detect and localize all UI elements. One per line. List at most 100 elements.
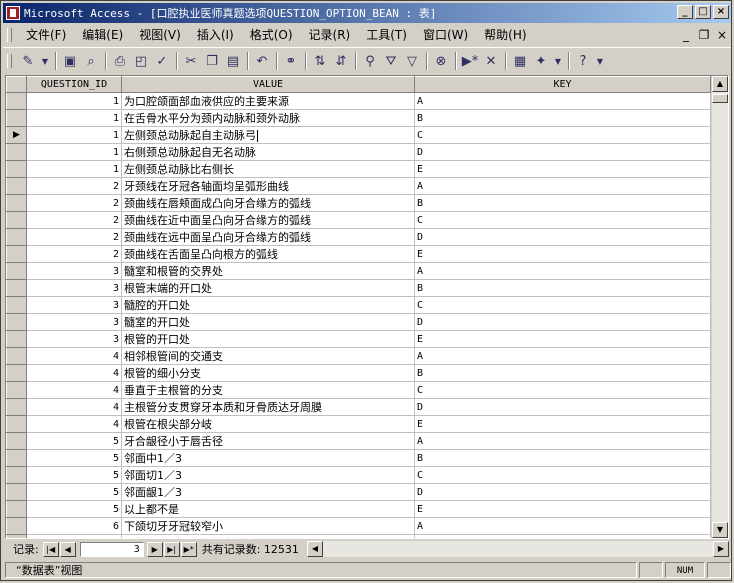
cell-key[interactable]: D <box>414 483 711 501</box>
cell-key[interactable]: C <box>414 466 711 484</box>
cell-value[interactable]: 根管在根尖部分岐 <box>121 415 415 433</box>
print-icon[interactable]: ⎙ <box>110 51 130 71</box>
sort-ascending-icon[interactable]: ⇅ <box>310 51 330 71</box>
menu-view[interactable]: 视图(V) <box>131 26 189 44</box>
record-selector[interactable] <box>6 279 27 297</box>
cell-key[interactable]: B <box>414 109 711 127</box>
save-icon[interactable]: ▣ <box>60 51 80 71</box>
new-object-dropdown-icon[interactable]: ▼ <box>552 51 564 71</box>
cell-key[interactable]: D <box>414 228 711 246</box>
cell-question-id[interactable]: 3 <box>26 330 122 348</box>
cell-question-id[interactable]: 6 <box>26 517 122 535</box>
cell-value[interactable]: 下颌切牙牙冠较窄小 <box>121 517 415 535</box>
vertical-scrollbar[interactable]: ▲ ▼ <box>711 76 728 538</box>
record-selector[interactable] <box>6 296 27 314</box>
cell-value[interactable]: 髓腔的开口处 <box>121 296 415 314</box>
scroll-up-button[interactable]: ▲ <box>712 76 728 92</box>
record-selector[interactable] <box>6 432 27 450</box>
cell-key[interactable]: B <box>414 279 711 297</box>
database-window-icon[interactable]: ▦ <box>510 51 530 71</box>
table-row[interactable]: 4 相邻根管间的交通支 A <box>6 347 711 365</box>
scroll-left-button[interactable]: ◀ <box>306 541 323 557</box>
record-selector[interactable] <box>6 228 27 246</box>
copy-icon[interactable]: ❐ <box>202 51 222 71</box>
cell-value[interactable]: 垂直于主根管的分支 <box>121 381 415 399</box>
cell-value[interactable]: 根管的开口处 <box>121 330 415 348</box>
column-header-key[interactable]: KEY <box>414 76 711 93</box>
cell-question-id[interactable]: 3 <box>26 313 122 331</box>
menu-file[interactable]: 文件(F) <box>18 26 74 44</box>
hyperlink-icon[interactable]: ⚭ <box>281 51 301 71</box>
record-selector[interactable] <box>6 381 27 399</box>
record-selector[interactable] <box>6 330 27 348</box>
minimize-button[interactable]: _ <box>677 5 693 19</box>
cell-key[interactable]: B <box>414 194 711 212</box>
child-restore-button[interactable]: ❐ <box>695 28 713 42</box>
cell-value[interactable]: 左侧颈总动脉起自主动脉弓 <box>121 126 415 144</box>
cell-question-id[interactable]: 5 <box>26 466 122 484</box>
cell-key[interactable]: A <box>414 92 711 110</box>
cell-key[interactable]: A <box>414 347 711 365</box>
cut-icon[interactable]: ✂ <box>181 51 201 71</box>
new-object-icon[interactable]: ✦ <box>531 51 551 71</box>
view-dropdown-icon[interactable]: ▼ <box>39 51 51 71</box>
cell-question-id[interactable]: 2 <box>26 194 122 212</box>
cell-question-id[interactable]: 5 <box>26 500 122 518</box>
cell-question-id[interactable]: 2 <box>26 228 122 246</box>
table-row[interactable]: 2 颈曲线在舌面呈凸向根方的弧线 E <box>6 245 711 263</box>
record-selector[interactable] <box>6 398 27 416</box>
table-row[interactable]: 3 髓室的开口处 D <box>6 313 711 331</box>
cell-key[interactable]: A <box>414 177 711 195</box>
cell-key[interactable]: E <box>414 330 711 348</box>
paste-icon[interactable]: ▤ <box>223 51 243 71</box>
scroll-down-button[interactable]: ▼ <box>712 522 728 538</box>
cell-question-id[interactable]: 1 <box>26 126 122 144</box>
record-selector[interactable] <box>6 313 27 331</box>
cell-value[interactable]: 髓室和根管的交界处 <box>121 262 415 280</box>
new-record-button[interactable]: ▶* <box>180 541 197 557</box>
record-selector[interactable]: ▶ <box>6 126 27 144</box>
record-selector[interactable] <box>6 415 27 433</box>
cell-key[interactable]: B <box>414 364 711 382</box>
cell-question-id[interactable]: 5 <box>26 432 122 450</box>
record-selector[interactable] <box>6 347 27 365</box>
apply-filter-icon[interactable]: ▽ <box>402 51 422 71</box>
find-icon[interactable]: ⊗ <box>431 51 451 71</box>
cell-question-id[interactable]: 1 <box>26 143 122 161</box>
menu-tools[interactable]: 工具(T) <box>358 26 415 44</box>
toolbar-options-icon[interactable]: ▼ <box>594 51 606 71</box>
table-row[interactable]: 4 垂直于主根管的分支 C <box>6 381 711 399</box>
record-selector[interactable] <box>6 109 27 127</box>
record-selector[interactable] <box>6 364 27 382</box>
table-row[interactable]: 3 髓室和根管的交界处 A <box>6 262 711 280</box>
cell-key[interactable]: B <box>414 534 711 538</box>
menu-help[interactable]: 帮助(H) <box>476 26 534 44</box>
cell-value[interactable]: 左侧颈总动脉比右侧长 <box>121 160 415 178</box>
cell-key[interactable]: C <box>414 211 711 229</box>
scroll-thumb[interactable] <box>712 94 728 103</box>
cell-question-id[interactable]: 3 <box>26 296 122 314</box>
record-selector[interactable] <box>6 449 27 467</box>
table-row[interactable]: 2 颈曲线在近中面呈凸向牙合缘方的弧线 C <box>6 211 711 229</box>
search-file-icon[interactable]: ⌕ <box>81 51 101 71</box>
column-header-question-id[interactable]: QUESTION_ID <box>26 76 122 93</box>
cell-value[interactable]: 以上都不是 <box>121 500 415 518</box>
horizontal-scrollbar[interactable]: ◀ ▶ <box>306 541 729 557</box>
record-selector[interactable] <box>6 177 27 195</box>
cell-key[interactable]: A <box>414 262 711 280</box>
cell-question-id[interactable]: 1 <box>26 109 122 127</box>
cell-question-id[interactable]: 5 <box>26 483 122 501</box>
cell-key[interactable]: D <box>414 313 711 331</box>
table-row[interactable]: 4 主根管分支贯穿牙本质和牙骨质达牙周膜 D <box>6 398 711 416</box>
cell-question-id[interactable]: 3 <box>26 279 122 297</box>
cell-question-id[interactable]: 5 <box>26 449 122 467</box>
cell-value[interactable]: 髓室的开口处 <box>121 313 415 331</box>
cell-value[interactable]: 牙合龈径小于唇舌径 <box>121 432 415 450</box>
table-row[interactable]: ▶ 1 左侧颈总动脉起自主动脉弓 C <box>6 126 711 144</box>
cell-value[interactable]: 下颌切牙牙冠唇面较光滑 <box>121 534 415 538</box>
menu-window[interactable]: 窗口(W) <box>415 26 476 44</box>
record-selector[interactable] <box>6 262 27 280</box>
menu-grip[interactable] <box>7 28 12 42</box>
record-selector[interactable] <box>6 92 27 110</box>
cell-value[interactable]: 相邻根管间的交通支 <box>121 347 415 365</box>
